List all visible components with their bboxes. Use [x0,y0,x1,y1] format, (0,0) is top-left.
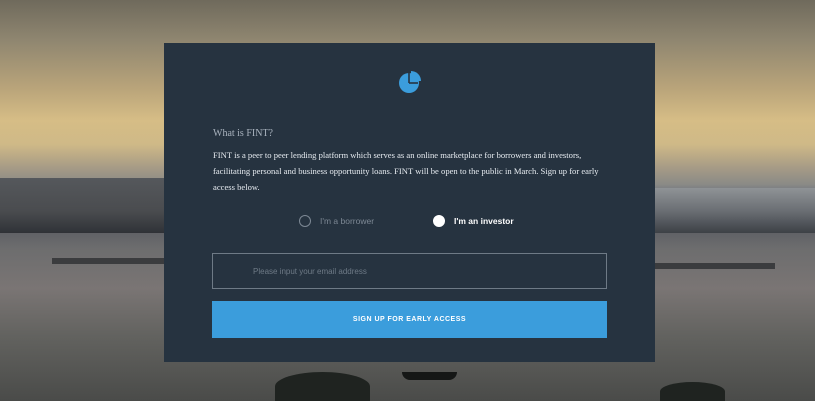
radio-borrower[interactable]: I'm a borrower [299,215,374,227]
pie-chart-icon [399,71,421,93]
radio-borrower-label: I'm a borrower [320,216,375,226]
signup-card: What is FINT? FINT is a peer to peer len… [164,43,655,362]
radio-investor-label: I'm an investor [454,216,514,226]
email-input[interactable] [212,253,607,289]
radio-borrower-circle[interactable] [299,215,311,227]
background-pier-right [655,263,775,269]
background-skyline-right [645,188,815,233]
background-tree-right [660,382,725,401]
radio-investor-circle[interactable] [433,215,445,227]
background-boat [402,372,457,380]
background-pier-left [52,258,167,264]
signup-early-access-button[interactable]: SIGN UP FOR EARLY ACCESS [212,301,607,338]
intro-description: FINT is a peer to peer lending platform … [213,150,599,192]
background-tree [275,372,370,401]
radio-investor[interactable]: I'm an investor [433,215,514,227]
background-skyline-left [0,178,170,233]
intro-heading: What is FINT? [213,128,273,139]
